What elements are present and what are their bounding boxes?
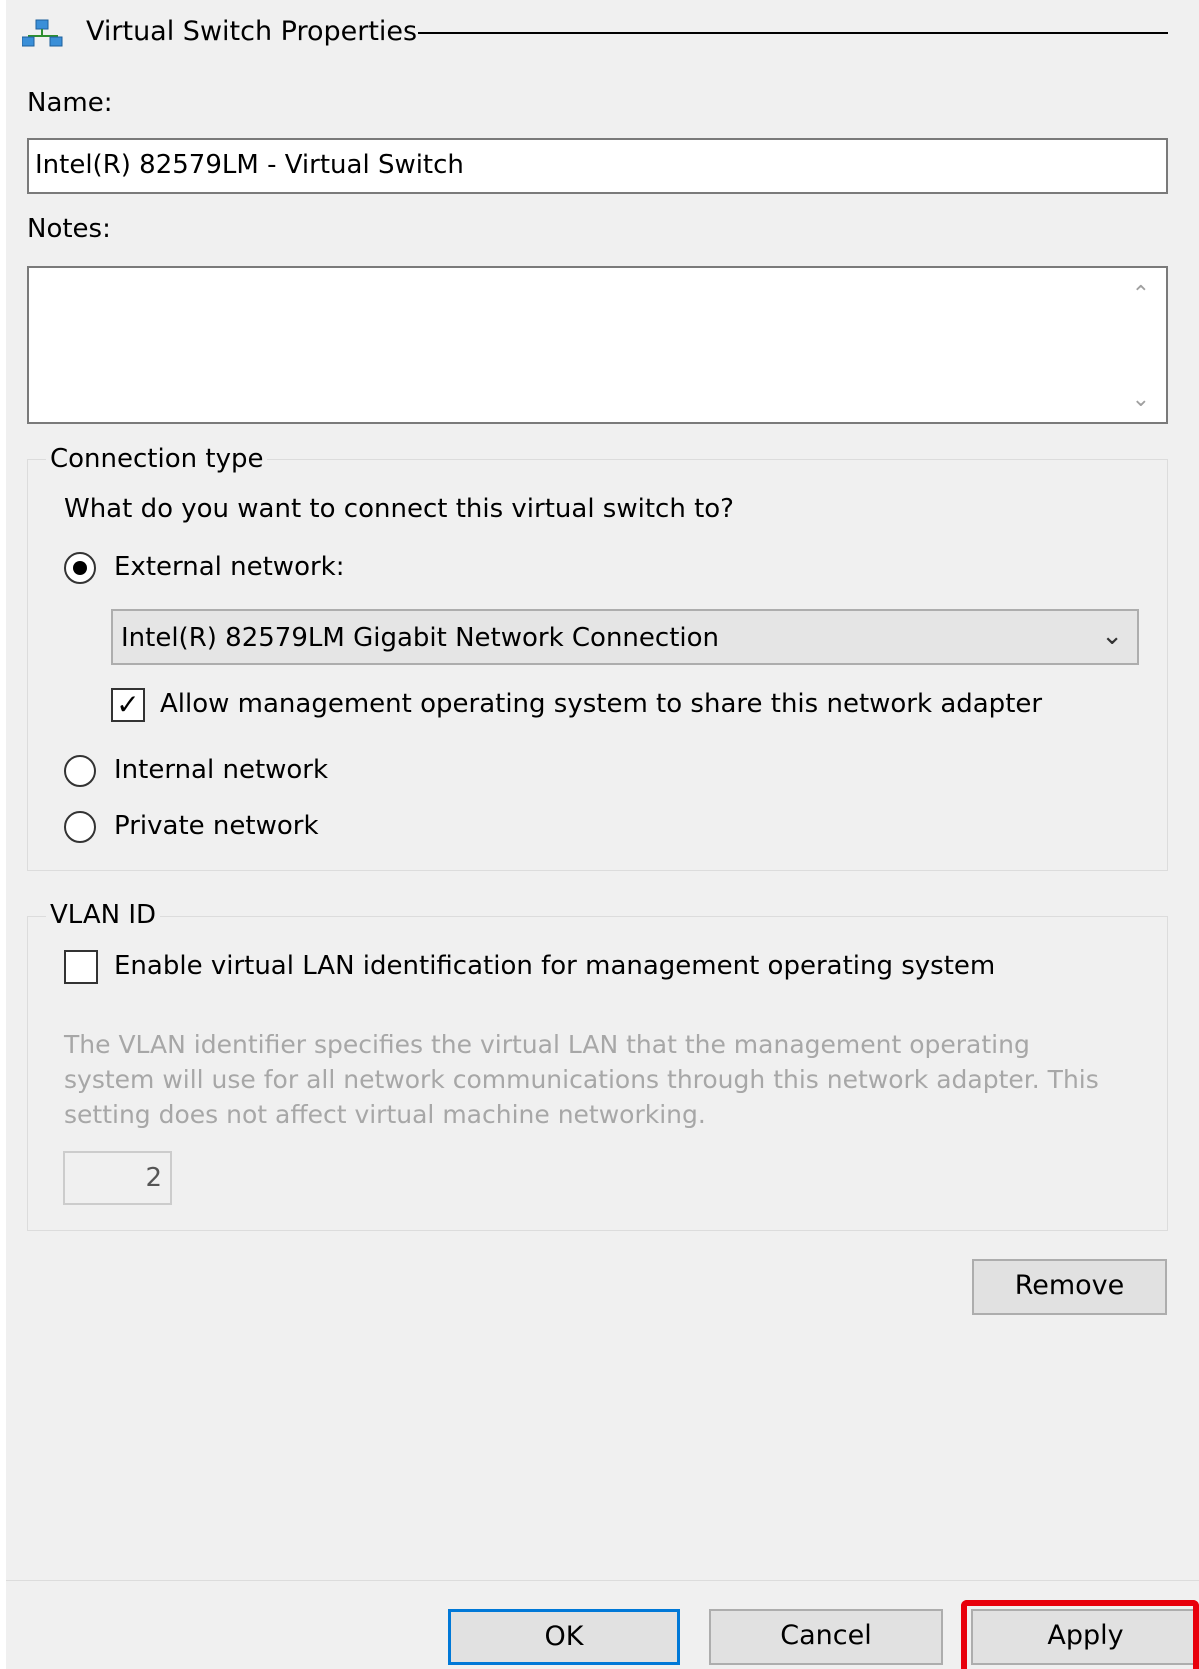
allow-mgmt-label[interactable]: Allow management operating system to sha… bbox=[160, 689, 1042, 719]
network-icon bbox=[21, 18, 66, 48]
vlan-description: The VLAN identifier specifies the virtua… bbox=[64, 1030, 1099, 1129]
enable-vlan-label[interactable]: Enable virtual LAN identification for ma… bbox=[114, 951, 995, 981]
chevron-down-icon: ⌄ bbox=[1101, 621, 1123, 651]
name-input[interactable]: Intel(R) 82579LM - Virtual Switch bbox=[27, 138, 1168, 194]
private-network-radio[interactable] bbox=[64, 811, 96, 843]
notes-textarea[interactable]: ⌃ ⌄ bbox=[27, 266, 1168, 424]
connection-type-label: Connection type bbox=[46, 444, 268, 474]
vlan-label: VLAN ID bbox=[46, 900, 161, 930]
private-network-label[interactable]: Private network bbox=[114, 811, 319, 841]
scroll-up-icon[interactable]: ⌃ bbox=[1132, 282, 1150, 307]
adapter-select[interactable]: Intel(R) 82579LM Gigabit Network Connect… bbox=[111, 609, 1139, 665]
adapter-select-value: Intel(R) 82579LM Gigabit Network Connect… bbox=[121, 623, 719, 653]
ok-button[interactable]: OK bbox=[448, 1609, 680, 1665]
header-divider bbox=[418, 32, 1168, 34]
vlan-id-input[interactable]: 2 bbox=[63, 1151, 172, 1205]
page-title: Virtual Switch Properties bbox=[86, 16, 418, 47]
apply-button[interactable]: Apply bbox=[971, 1609, 1199, 1665]
external-network-label[interactable]: External network: bbox=[114, 552, 344, 582]
enable-vlan-checkbox[interactable] bbox=[64, 950, 98, 984]
internal-network-radio[interactable] bbox=[64, 755, 96, 787]
scroll-down-icon[interactable]: ⌄ bbox=[1132, 387, 1150, 412]
allow-mgmt-checkbox[interactable]: ✓ bbox=[111, 688, 145, 722]
connection-question: What do you want to connect this virtual… bbox=[64, 494, 734, 524]
name-label: Name: bbox=[27, 88, 113, 118]
remove-button[interactable]: Remove bbox=[972, 1259, 1167, 1315]
internal-network-label[interactable]: Internal network bbox=[114, 755, 328, 785]
cancel-button[interactable]: Cancel bbox=[709, 1609, 943, 1665]
notes-label: Notes: bbox=[27, 214, 111, 244]
window-edge bbox=[0, 0, 6, 1669]
external-network-radio[interactable] bbox=[64, 552, 96, 584]
